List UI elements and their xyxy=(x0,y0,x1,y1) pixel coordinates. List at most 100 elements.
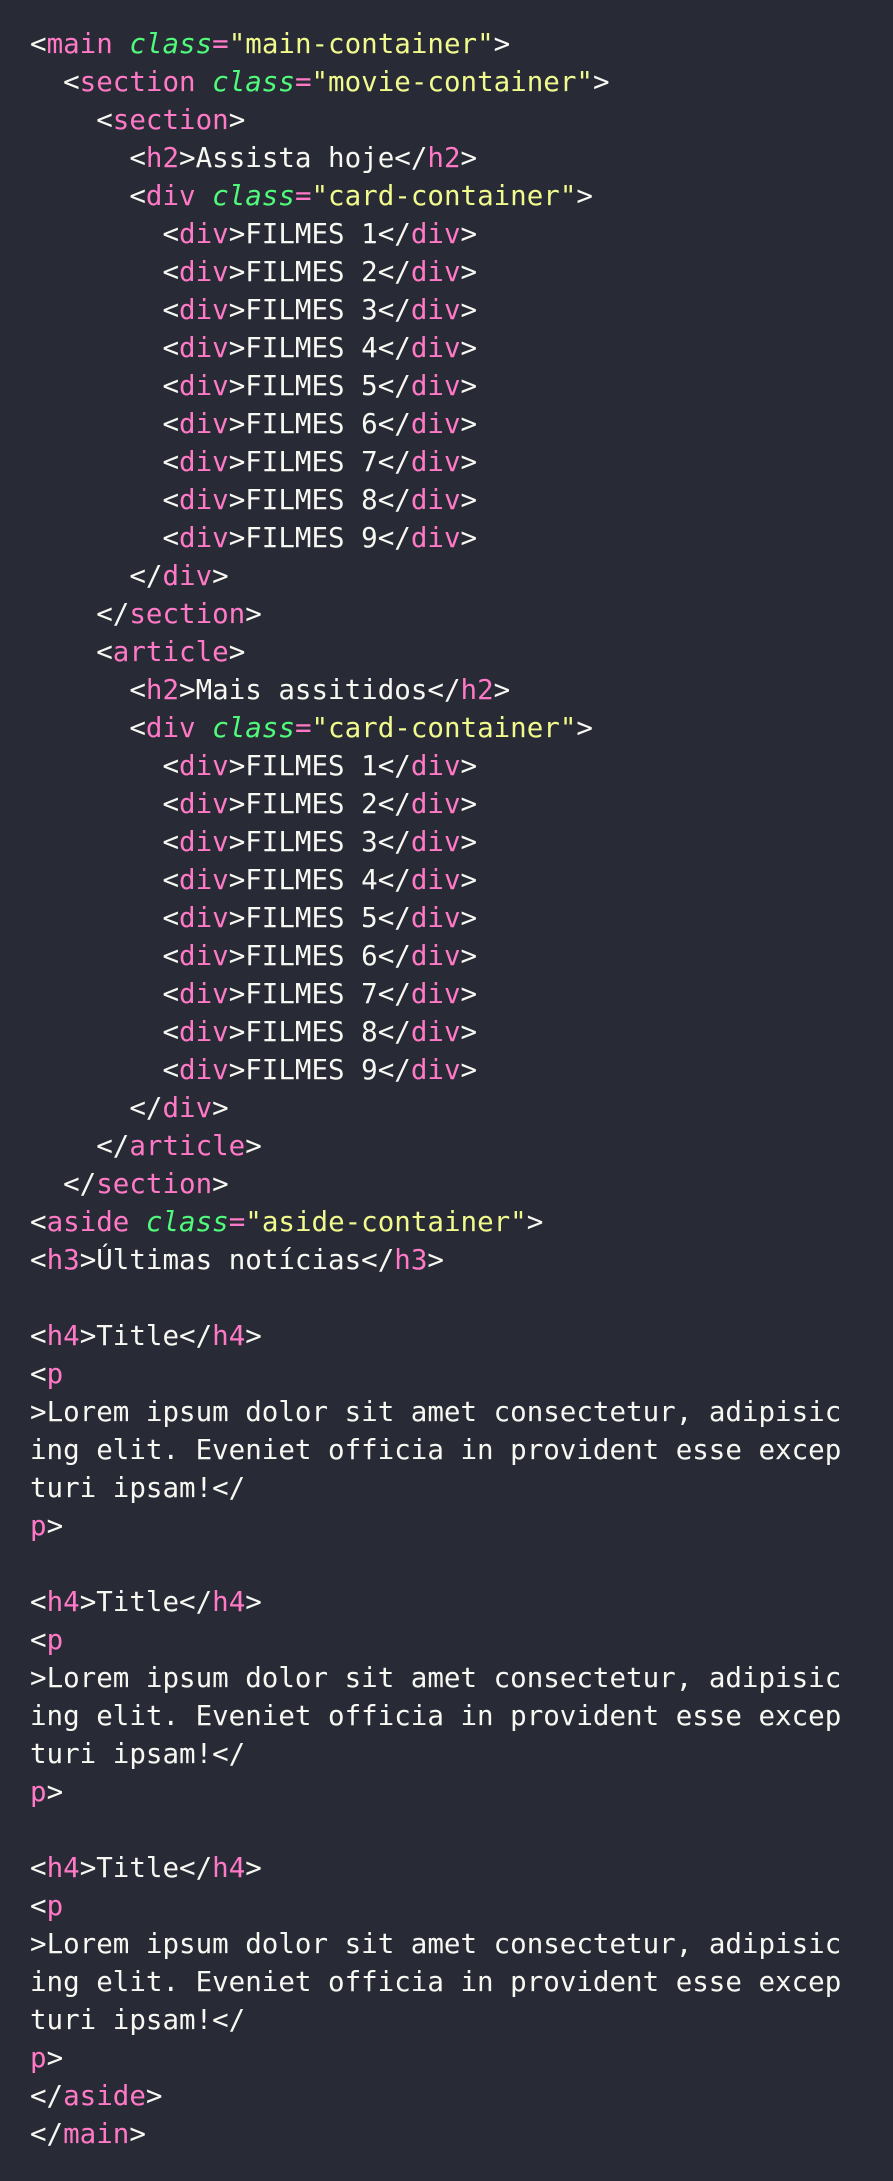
code-string: "main-container" xyxy=(228,28,494,60)
code-tag-name: div xyxy=(410,1016,461,1048)
code-punctuation: > xyxy=(212,1092,229,1124)
code-text: FILMES 9 xyxy=(245,1054,378,1086)
code-punctuation: > xyxy=(245,1130,262,1162)
code-punctuation: > xyxy=(228,484,246,516)
code-tag-name: div xyxy=(179,332,229,364)
code-tag-name: div xyxy=(410,446,461,478)
code-text: Lorem ipsum dolor sit amet consectetur, … xyxy=(46,1396,842,1428)
code-punctuation: > xyxy=(228,1016,246,1048)
code-text: Últimas notícias xyxy=(96,1244,362,1276)
code-line: <h3>Últimas notícias</h3> xyxy=(30,1241,870,1279)
code-punctuation: </ xyxy=(377,218,411,250)
code-punctuation: < xyxy=(30,446,180,478)
code-tag-name: h4 xyxy=(212,1586,246,1618)
code-line: <p xyxy=(30,1355,870,1393)
code-line: <div>FILMES 8</div> xyxy=(30,1013,870,1051)
code-text: Assista hoje xyxy=(195,142,395,174)
code-tag-name: main xyxy=(46,28,113,60)
code-line: <div>FILMES 6</div> xyxy=(30,937,870,975)
code-tag-name: section xyxy=(129,598,246,630)
code-tag-name: div xyxy=(179,750,229,782)
code-punctuation: </ xyxy=(179,1852,213,1884)
code-line: <div>FILMES 2</div> xyxy=(30,785,870,823)
code-punctuation: < xyxy=(30,902,180,934)
code-tag-name: article xyxy=(112,636,229,668)
code-tag-name: div xyxy=(179,1016,229,1048)
code-line: <div>FILMES 1</div> xyxy=(30,215,870,253)
code-punctuation: > xyxy=(228,940,246,972)
code-string: "movie-container" xyxy=(311,66,593,98)
code-punctuation: > xyxy=(245,598,262,630)
code-line: <div>FILMES 7</div> xyxy=(30,975,870,1013)
code-punctuation: </ xyxy=(30,1130,130,1162)
code-line: ing elit. Eveniet officia in provident e… xyxy=(30,1431,870,1469)
code-line: </article> xyxy=(30,1127,870,1165)
code-punctuation: > xyxy=(576,712,593,744)
code-punctuation xyxy=(129,1206,146,1238)
code-punctuation: </ xyxy=(179,1586,213,1618)
code-tag-name: = xyxy=(294,66,312,98)
code-line: <div class="card-container"> xyxy=(30,709,870,747)
code-punctuation: > xyxy=(460,864,478,896)
code-line: <div>FILMES 4</div> xyxy=(30,329,870,367)
code-punctuation: > xyxy=(228,370,246,402)
code-punctuation: > xyxy=(460,522,478,554)
code-text: FILMES 8 xyxy=(245,1016,378,1048)
code-text: Lorem ipsum dolor sit amet consectetur, … xyxy=(46,1928,842,1960)
code-tag-name: article xyxy=(129,1130,246,1162)
code-text: Title xyxy=(96,1586,180,1618)
code-text: FILMES 5 xyxy=(245,902,378,934)
code-line: p> xyxy=(30,2039,870,2077)
code-punctuation: > xyxy=(460,370,478,402)
code-punctuation: > xyxy=(460,408,478,440)
code-line: <div>FILMES 1</div> xyxy=(30,747,870,785)
code-attribute: class xyxy=(212,712,295,744)
code-text: Title xyxy=(96,1320,180,1352)
code-attribute: class xyxy=(129,28,213,60)
code-punctuation: </ xyxy=(377,750,411,782)
code-tag-name: h3 xyxy=(46,1244,80,1276)
code-tag-name: div xyxy=(162,560,213,592)
code-punctuation: < xyxy=(30,940,180,972)
code-tag-name: div xyxy=(179,522,229,554)
code-punctuation: > xyxy=(145,2080,163,2112)
code-text: FILMES 9 xyxy=(245,522,378,554)
code-text: ing elit. Eveniet officia in provident e… xyxy=(30,1966,842,1998)
code-line: <p xyxy=(30,1887,870,1925)
code-punctuation: < xyxy=(30,978,180,1010)
code-line: <div>FILMES 8</div> xyxy=(30,481,870,519)
code-text: turi ipsam! xyxy=(30,1738,213,1770)
code-tag-name: div xyxy=(410,864,461,896)
code-punctuation xyxy=(113,28,130,60)
code-punctuation: > xyxy=(228,902,246,934)
code-tag-name: p xyxy=(30,2042,47,2074)
code-tag-name: h2 xyxy=(460,674,494,706)
code-punctuation: < xyxy=(30,294,180,326)
code-line: <h4>Title</h4> xyxy=(30,1849,870,1887)
code-punctuation: </ xyxy=(30,598,130,630)
code-line: </section> xyxy=(30,595,870,633)
code-punctuation: </ xyxy=(377,902,411,934)
code-punctuation: < xyxy=(30,1054,180,1086)
code-punctuation: > xyxy=(30,1662,47,1694)
code-punctuation: > xyxy=(179,674,196,706)
code-line: turi ipsam!</ xyxy=(30,2001,870,2039)
code-string: "aside-container" xyxy=(245,1206,527,1238)
code-text: FILMES 5 xyxy=(245,370,378,402)
code-string: "card-container" xyxy=(311,712,577,744)
code-tag-name: p xyxy=(30,1510,47,1542)
code-punctuation: </ xyxy=(377,940,411,972)
code-tag-name: div xyxy=(410,940,461,972)
code-punctuation: > xyxy=(228,636,246,668)
code-punctuation: > xyxy=(46,1510,64,1542)
code-string: "card-container" xyxy=(311,180,577,212)
code-tag-name: h2 xyxy=(145,142,180,174)
code-punctuation: < xyxy=(30,1586,47,1618)
code-punctuation: > xyxy=(460,750,478,782)
code-line: </div> xyxy=(30,1089,870,1127)
code-attribute: class xyxy=(212,180,295,212)
code-tag-name: div xyxy=(410,826,461,858)
code-text: FILMES 3 xyxy=(245,294,378,326)
